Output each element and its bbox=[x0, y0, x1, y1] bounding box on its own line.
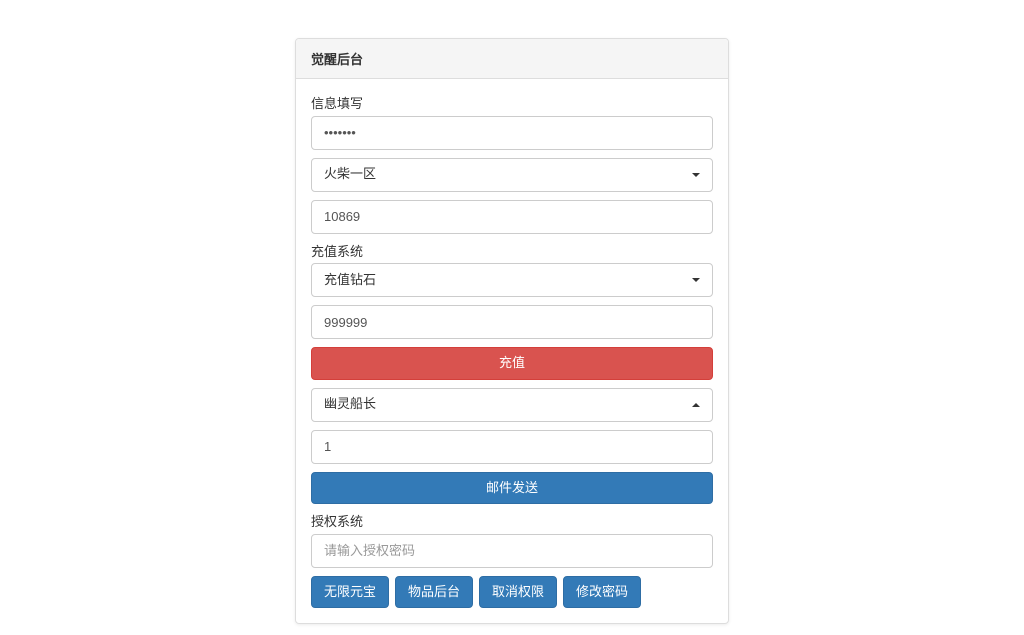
revoke-permission-button[interactable]: 取消权限 bbox=[479, 576, 557, 609]
info-section-label: 信息填写 bbox=[311, 94, 713, 114]
region-select-value: 火柴一区 bbox=[324, 166, 376, 181]
unlimited-gold-button[interactable]: 无限元宝 bbox=[311, 576, 389, 609]
mail-item-value: 幽灵船长 bbox=[324, 396, 376, 411]
item-admin-button[interactable]: 物品后台 bbox=[395, 576, 473, 609]
recharge-section-label: 充值系统 bbox=[311, 242, 713, 262]
caret-up-icon bbox=[692, 403, 700, 407]
recharge-type-value: 充值钻石 bbox=[324, 272, 376, 287]
auth-section-label: 授权系统 bbox=[311, 512, 713, 532]
recharge-submit-button[interactable]: 充值 bbox=[311, 347, 713, 380]
mail-quantity-input[interactable] bbox=[311, 430, 713, 464]
account-id-input[interactable] bbox=[311, 200, 713, 234]
panel-title: 觉醒后台 bbox=[296, 39, 728, 79]
recharge-type-select[interactable]: 充值钻石 bbox=[311, 263, 713, 297]
caret-down-icon bbox=[692, 278, 700, 282]
mail-item-select[interactable]: 幽灵船长 bbox=[311, 388, 713, 422]
recharge-amount-input[interactable] bbox=[311, 305, 713, 339]
panel-body: 信息填写 火柴一区 充值系统 充值钻石 充值 幽灵船长 邮件发送 授权系统 无限… bbox=[296, 79, 728, 623]
admin-panel: 觉醒后台 信息填写 火柴一区 充值系统 充值钻石 充值 幽灵船长 邮件发送 授权… bbox=[295, 38, 729, 624]
mail-send-button[interactable]: 邮件发送 bbox=[311, 472, 713, 505]
caret-down-icon bbox=[692, 173, 700, 177]
change-password-button[interactable]: 修改密码 bbox=[563, 576, 641, 609]
auth-password-input[interactable] bbox=[311, 534, 713, 568]
password-input[interactable] bbox=[311, 116, 713, 150]
footer-button-row: 无限元宝 物品后台 取消权限 修改密码 bbox=[311, 576, 713, 609]
region-select[interactable]: 火柴一区 bbox=[311, 158, 713, 192]
